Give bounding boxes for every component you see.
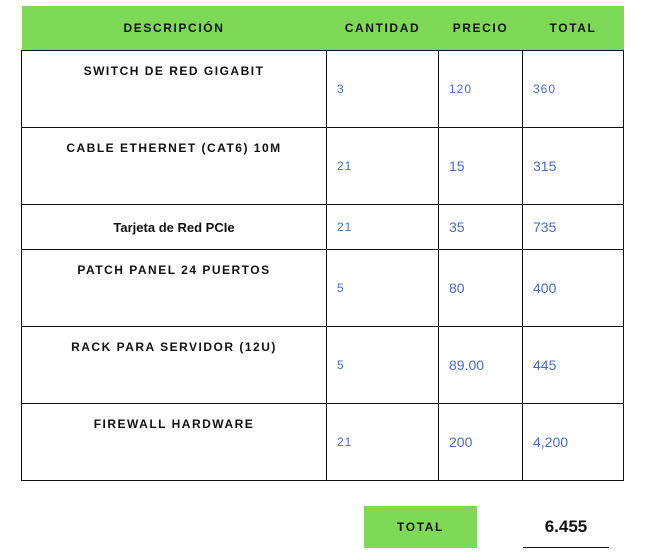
- grand-total-label: TOTAL: [364, 506, 477, 548]
- row-total: 4,200: [522, 403, 624, 481]
- grand-total-value: 6.455: [523, 507, 609, 548]
- row-price: 80: [438, 249, 523, 327]
- row-quantity: 5: [326, 326, 439, 404]
- row-quantity: 3: [326, 50, 439, 128]
- header-quantity: CANTIDAD: [326, 6, 439, 51]
- row-total: 735: [522, 204, 624, 250]
- row-description: CABLE ETHERNET (CAT6) 10M: [21, 127, 327, 205]
- row-total: 360: [522, 50, 624, 128]
- header-description: DESCRIPCIÓN: [21, 6, 327, 51]
- table-header-row: DESCRIPCIÓN CANTIDAD PRECIO TOTAL: [21, 6, 624, 51]
- table-row: FIREWALL HARDWARE 21 200 4,200: [21, 403, 624, 481]
- table-row: CABLE ETHERNET (CAT6) 10M 21 15 315: [21, 127, 624, 205]
- row-quantity: 21: [326, 204, 439, 250]
- row-quantity: 21: [326, 403, 439, 481]
- row-description: RACK PARA SERVIDOR (12U): [21, 326, 327, 404]
- table-row: PATCH PANEL 24 PUERTOS 5 80 400: [21, 249, 624, 327]
- header-price: PRECIO: [438, 6, 523, 51]
- row-total: 400: [522, 249, 624, 327]
- row-description: Tarjeta de Red PCIe: [21, 204, 327, 250]
- row-quantity: 21: [326, 127, 439, 205]
- row-quantity: 5: [326, 249, 439, 327]
- row-price: 35: [438, 204, 523, 250]
- table-row: RACK PARA SERVIDOR (12U) 5 89.00 445: [21, 326, 624, 404]
- table-row: Tarjeta de Red PCIe 21 35 735: [21, 204, 624, 250]
- table-row: SWITCH DE RED GIGABIT 3 120 360: [21, 50, 624, 128]
- row-price: 120: [438, 50, 523, 128]
- row-price: 15: [438, 127, 523, 205]
- row-price: 200: [438, 403, 523, 481]
- row-description: FIREWALL HARDWARE: [21, 403, 327, 481]
- row-total: 445: [522, 326, 624, 404]
- row-price: 89.00: [438, 326, 523, 404]
- header-total: TOTAL: [522, 6, 624, 51]
- row-total: 315: [522, 127, 624, 205]
- invoice-table: DESCRIPCIÓN CANTIDAD PRECIO TOTAL SWITCH…: [21, 6, 624, 481]
- row-description: SWITCH DE RED GIGABIT: [21, 50, 327, 128]
- row-description: PATCH PANEL 24 PUERTOS: [21, 249, 327, 327]
